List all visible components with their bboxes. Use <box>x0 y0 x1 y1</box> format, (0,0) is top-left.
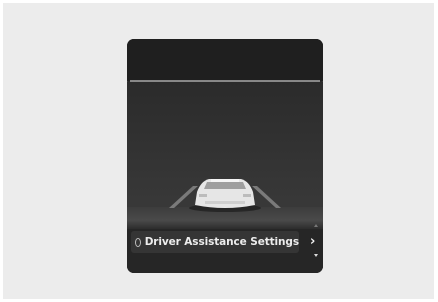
instrument-cluster-display: Driver Assistance Settings › <box>127 39 323 273</box>
left-lane-line <box>169 186 198 208</box>
car-right-tail-light <box>243 194 251 197</box>
driver-assistance-settings-item[interactable]: Driver Assistance Settings <box>131 231 299 253</box>
scroll-down-icon <box>314 254 318 257</box>
car-left-tail-light <box>199 194 207 197</box>
page-background: Driver Assistance Settings › <box>3 3 434 299</box>
car-rear-window <box>204 182 246 189</box>
menu-item-label: Driver Assistance Settings <box>144 236 299 248</box>
car-roof <box>211 179 239 182</box>
settings-circle-icon <box>135 237 141 247</box>
scroll-up-icon <box>314 224 318 227</box>
right-lane-line <box>252 186 281 208</box>
car-bumper <box>205 201 245 204</box>
chevron-right-icon[interactable]: › <box>310 235 315 248</box>
